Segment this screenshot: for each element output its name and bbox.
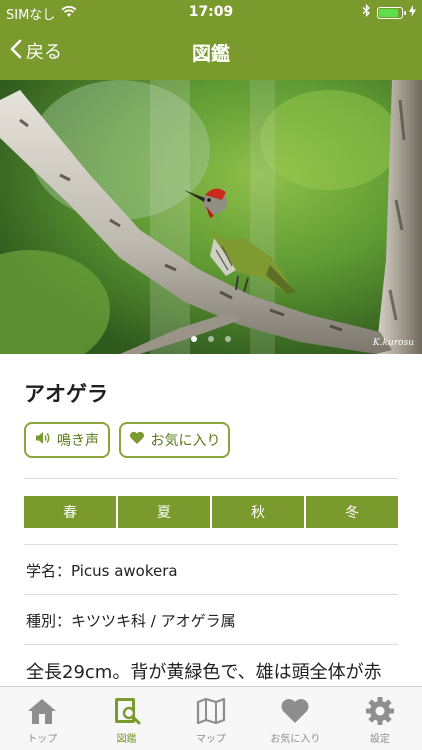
species-detail: アオゲラ 鳴き声 お気に入り 春 夏 秋 冬 学名：Picus awokera … [0,354,422,686]
status-bar: SIMなし 17:09 [0,0,422,24]
tab-encyclopedia[interactable]: 図鑑 [84,687,168,750]
season-winter: 冬 [306,496,398,528]
page-dot-3[interactable] [225,336,231,342]
tab-map-label: マップ [196,734,227,745]
play-call-button[interactable]: 鳴き声 [24,422,110,458]
bird-photo-image [0,80,422,354]
photo-credit: K.kurosu [373,338,414,348]
bluetooth-icon [362,3,371,21]
book-search-icon [110,695,144,727]
battery-icon [377,6,406,19]
species-name: アオゲラ [24,382,108,406]
tab-favorites-label: お気に入り [270,734,321,745]
navigation-bar: 戻る 図鑑 [0,24,422,80]
speaker-icon [35,431,51,449]
divider [24,544,398,545]
divider [24,594,398,595]
bird-photo[interactable] [0,80,422,354]
divider [24,478,398,479]
gear-icon [363,695,397,727]
add-favorite-button[interactable]: お気に入り [119,422,230,458]
play-call-label: 鳴き声 [57,433,99,449]
page-title: 図鑑 [191,43,230,65]
home-icon [25,695,59,727]
add-favorite-label: お気に入り [150,433,221,449]
divider [24,644,398,645]
heart-icon [129,431,145,449]
tab-top[interactable]: トップ [0,687,84,750]
carousel-page-indicator[interactable] [0,336,422,342]
season-autumn: 秋 [212,496,304,528]
tab-settings[interactable]: 設定 [338,687,422,750]
tab-bar: トップ 図鑑 マップ お気に入り 設定 [0,686,422,750]
tab-settings-label: 設定 [369,734,390,745]
tab-encyclopedia-label: 図鑑 [116,734,137,745]
classification: 種別：キツツキ科 / アオゲラ属 [26,612,236,630]
tab-favorites[interactable]: お気に入り [253,687,337,750]
clock: 17:09 [188,4,234,20]
tab-map[interactable]: マップ [169,687,253,750]
page-dot-1[interactable] [191,336,197,342]
charging-icon [409,4,416,21]
season-bar: 春 夏 秋 冬 [24,496,398,528]
heart-icon [278,695,312,727]
season-spring: 春 [24,496,116,528]
scientific-name: 学名：Picus awokera [26,562,178,580]
season-summer: 夏 [118,496,210,528]
species-description: 全長29cm。背が黄緑色で、雄は頭全体が赤 [26,662,382,683]
page-dot-2[interactable] [208,336,214,342]
tab-top-label: トップ [27,734,58,745]
map-icon [194,695,228,727]
